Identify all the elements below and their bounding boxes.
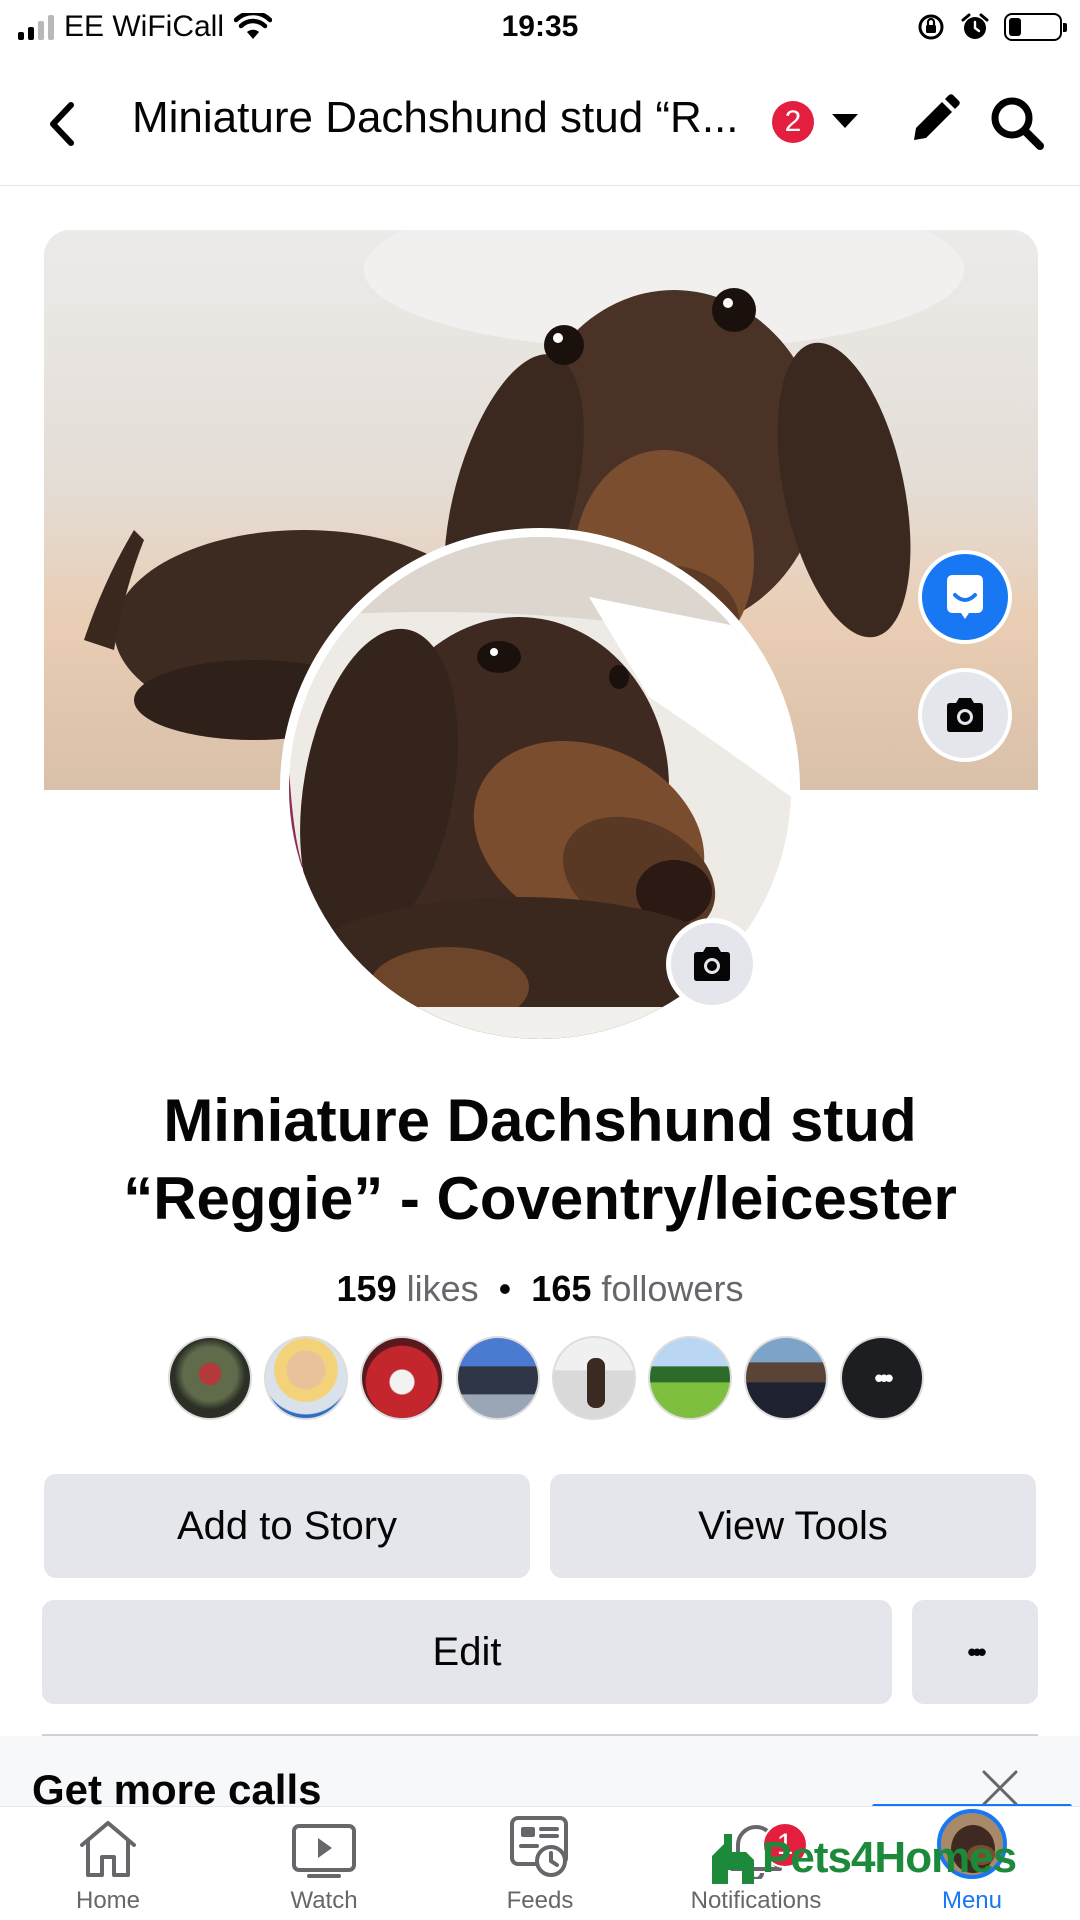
follower-avatar[interactable] — [360, 1336, 444, 1420]
header-title[interactable]: Miniature Dachshund stud “R... — [132, 93, 772, 143]
view-tools-button[interactable]: View Tools — [550, 1474, 1036, 1578]
status-bar: EE WiFiCall 19:35 — [0, 0, 1080, 56]
tab-label: Notifications — [690, 1887, 822, 1914]
tab-watch[interactable]: Watch — [224, 1807, 424, 1920]
more-options-button[interactable]: ••• — [912, 1600, 1038, 1704]
messenger-icon — [947, 575, 983, 619]
watermark-logo: Pets4Homes — [706, 1830, 1017, 1886]
pencil-icon[interactable] — [906, 92, 962, 148]
watch-icon — [292, 1824, 356, 1878]
follower-avatar[interactable] — [168, 1336, 252, 1420]
edit-button[interactable]: Edit — [42, 1600, 892, 1704]
alarm-icon — [961, 13, 989, 39]
followers-count: 165 — [531, 1268, 592, 1309]
messenger-button[interactable] — [918, 550, 1012, 644]
tab-feeds[interactable]: Feeds — [440, 1807, 640, 1920]
paw-logo-icon — [712, 1834, 754, 1884]
battery-icon — [1004, 13, 1067, 41]
more-followers-button[interactable]: ••• — [840, 1336, 924, 1420]
page-stats[interactable]: 159 likes • 165 followers — [0, 1268, 1080, 1310]
stats-separator: • — [498, 1268, 512, 1309]
page-name: Miniature Dachshund stud “Reggie” - Cove… — [123, 1087, 957, 1232]
more-dots-icon: ••• — [874, 1362, 893, 1393]
search-icon[interactable] — [988, 94, 1046, 152]
chevron-down-icon[interactable] — [832, 114, 858, 128]
close-icon[interactable] — [980, 1770, 1020, 1806]
tab-home[interactable]: Home — [8, 1807, 208, 1920]
more-dots-icon: ••• — [967, 1636, 986, 1667]
watermark-text: Pets4Homes — [762, 1833, 1017, 1882]
follower-avatar[interactable] — [552, 1336, 636, 1420]
tab-label: Watch — [290, 1887, 358, 1914]
edit-profile-picture-button[interactable] — [666, 918, 758, 1010]
add-to-story-button[interactable]: Add to Story — [44, 1474, 530, 1578]
camera-icon — [947, 698, 983, 732]
camera-icon — [694, 947, 730, 981]
tab-label: Home — [75, 1887, 141, 1914]
tab-label: Menu — [941, 1887, 1003, 1914]
follower-avatar[interactable] — [264, 1336, 348, 1420]
rotation-lock-icon — [918, 14, 944, 40]
feeds-icon — [510, 1816, 568, 1877]
back-button[interactable] — [36, 94, 88, 154]
follower-avatars[interactable]: ••• — [168, 1336, 924, 1420]
chevron-left-icon — [50, 102, 74, 146]
follower-avatar[interactable] — [456, 1336, 540, 1420]
likes-label: likes — [406, 1268, 479, 1309]
header-badge: 2 — [772, 101, 814, 143]
followers-label: followers — [601, 1268, 744, 1309]
home-icon — [80, 1821, 136, 1877]
follower-avatar[interactable] — [744, 1336, 828, 1420]
follower-avatar[interactable] — [648, 1336, 732, 1420]
tab-label: Feeds — [506, 1887, 574, 1914]
page-header: Miniature Dachshund stud “R... 2 — [0, 66, 1080, 186]
likes-count: 159 — [336, 1268, 397, 1309]
edit-cover-photo-button[interactable] — [918, 668, 1012, 762]
